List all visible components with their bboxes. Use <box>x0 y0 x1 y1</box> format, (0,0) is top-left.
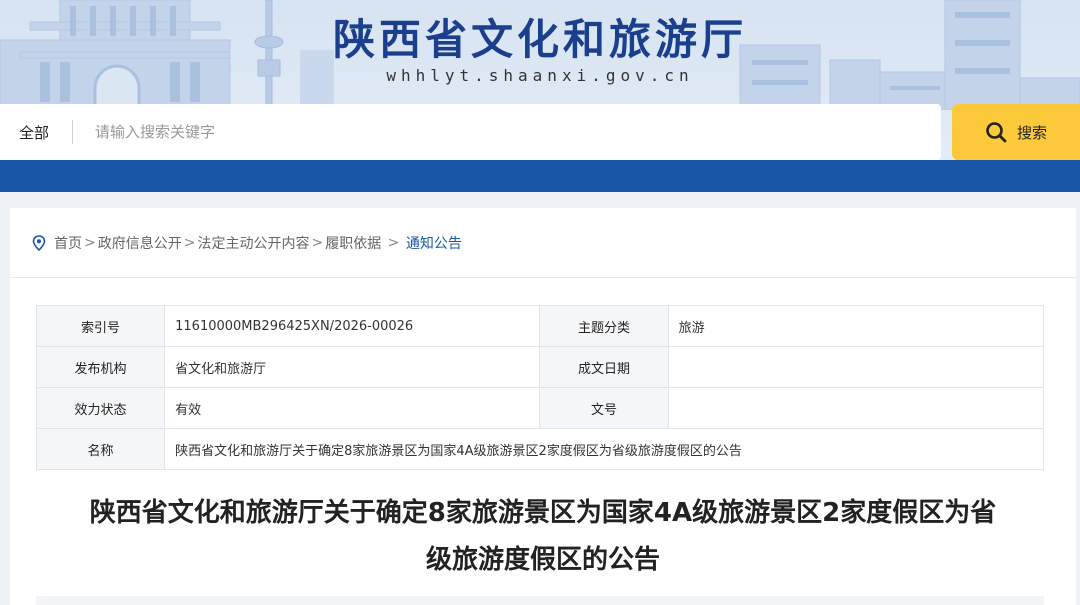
header-banner: 陕西省文化和旅游厅 whhlyt.shaanxi.gov.cn <box>0 0 1080 192</box>
breadcrumb-current[interactable]: 通知公告 <box>406 233 462 253</box>
search-bar: 全部 <box>0 104 941 160</box>
document-title-line1: 陕西省文化和旅游厅关于确定8家旅游景区为国家4A级旅游景区2家度假区为省 <box>89 498 997 528</box>
meta-value: 省文化和旅游厅 <box>164 346 541 388</box>
header-blue-band <box>0 160 1080 192</box>
search-button[interactable]: 搜索 <box>952 104 1080 160</box>
breadcrumb: 首页 > 政府信息公开 > 法定主动公开内容 > 履职依据 > 通知公告 <box>10 208 1076 278</box>
meta-value: 11610000MB296425XN/2026-00026 <box>164 305 541 347</box>
breadcrumb-separator: > <box>311 234 324 251</box>
search-input[interactable] <box>95 112 915 152</box>
search-icon <box>986 122 1007 143</box>
content-card: 首页 > 政府信息公开 > 法定主动公开内容 > 履职依据 > 通知公告 索引号… <box>10 208 1076 605</box>
meta-key: 效力状态 <box>35 387 166 429</box>
meta-key: 名称 <box>35 428 166 470</box>
search-divider <box>72 120 73 144</box>
meta-value: 旅游 <box>667 305 1045 347</box>
search-button-label: 搜索 <box>1016 123 1047 142</box>
breadcrumb-separator: > <box>383 234 404 251</box>
breadcrumb-separator: > <box>84 234 96 251</box>
document-title: 陕西省文化和旅游厅关于确定8家旅游景区为国家4A级旅游景区2家度假区为省 级旅游… <box>10 490 1076 584</box>
location-pin-icon <box>32 234 46 251</box>
meta-value: 有效 <box>164 387 541 429</box>
meta-key: 文号 <box>539 387 669 429</box>
meta-value-name: 陕西省文化和旅游厅关于确定8家旅游景区为国家4A级旅游景区2家度假区为省级旅游度… <box>164 428 1044 470</box>
meta-value <box>667 346 1045 388</box>
site-title: 陕西省文化和旅游厅 <box>332 15 747 64</box>
site-domain: whhlyt.shaanxi.gov.cn <box>386 66 694 85</box>
table-row: 发布机构 省文化和旅游厅 成文日期 <box>35 346 1045 388</box>
table-row: 名称 陕西省文化和旅游厅关于确定8家旅游景区为国家4A级旅游景区2家度假区为省级… <box>35 428 1044 470</box>
breadcrumb-gov-info[interactable]: 政府信息公开 <box>98 233 182 253</box>
meta-key: 发布机构 <box>35 346 166 388</box>
table-row: 效力状态 有效 文号 <box>35 387 1045 429</box>
document-title-line2: 级旅游度假区的公告 <box>425 545 660 575</box>
meta-key: 主题分类 <box>539 305 669 347</box>
content-divider <box>36 596 1044 605</box>
table-row: 索引号 11610000MB296425XN/2026-00026 主题分类 旅… <box>35 305 1045 347</box>
breadcrumb-duty-basis[interactable]: 履职依据 <box>325 233 381 253</box>
meta-key: 索引号 <box>35 305 166 347</box>
breadcrumb-separator: > <box>183 234 196 251</box>
breadcrumb-home[interactable]: 首页 <box>54 233 82 253</box>
document-meta-table: 索引号 11610000MB296425XN/2026-00026 主题分类 旅… <box>35 305 1045 470</box>
meta-value <box>667 387 1045 429</box>
search-scope-select[interactable]: 全部 <box>0 122 72 143</box>
meta-key: 成文日期 <box>539 346 669 388</box>
breadcrumb-statutory-content[interactable]: 法定主动公开内容 <box>197 233 309 253</box>
